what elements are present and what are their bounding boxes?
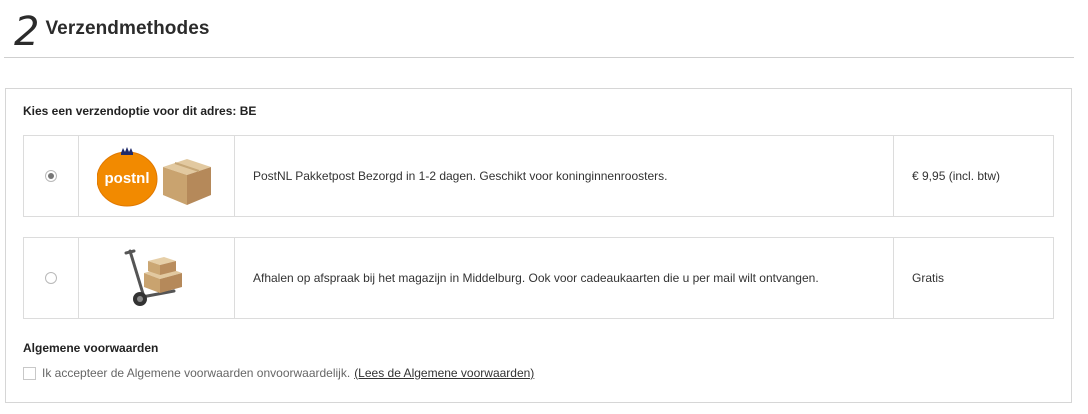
terms-link[interactable]: (Lees de Algemene voorwaarden) (354, 366, 534, 380)
logo-cell: postnl (79, 136, 235, 216)
step-header: 2 Verzendmethodes (14, 8, 210, 52)
header-divider (4, 57, 1074, 58)
terms-row: Ik accepteer de Algemene voorwaarden onv… (23, 366, 534, 380)
shipping-prompt: Kies een verzendoptie voor dit adres: BE (23, 104, 257, 118)
section-title: Verzendmethodes (45, 18, 210, 39)
radio-selected-dot (48, 173, 54, 179)
option-price: € 9,95 (incl. btw) (912, 169, 1001, 183)
shipping-radio-pickup[interactable] (45, 272, 57, 284)
hand-truck-boxes-icon (124, 249, 182, 306)
postnl-package-icon: postnl (96, 147, 211, 207)
step-number: 2 (14, 9, 40, 55)
terms-checkbox[interactable] (23, 366, 36, 380)
shipping-option-pickup[interactable]: Afhalen op afspraak bij het magazijn in … (23, 237, 1054, 319)
shipping-panel: Kies een verzendoptie voor dit adres: BE… (5, 88, 1072, 403)
radio-cell (24, 136, 79, 216)
postnl-logo-text: postnl (104, 170, 149, 187)
shipping-option-postnl[interactable]: postnl PostNL Pakketpost Bezorgd in 1-2 … (23, 135, 1054, 217)
logo-cell (79, 238, 235, 318)
terms-checkbox-label[interactable]: Ik accepteer de Algemene voorwaarden onv… (42, 366, 350, 380)
terms-heading: Algemene voorwaarden (23, 341, 159, 355)
radio-cell (24, 238, 79, 318)
option-description: PostNL Pakketpost Bezorgd in 1-2 dagen. … (235, 136, 894, 216)
shipping-radio-postnl[interactable] (45, 170, 57, 182)
option-description: Afhalen op afspraak bij het magazijn in … (235, 238, 894, 318)
option-price: Gratis (912, 271, 945, 285)
